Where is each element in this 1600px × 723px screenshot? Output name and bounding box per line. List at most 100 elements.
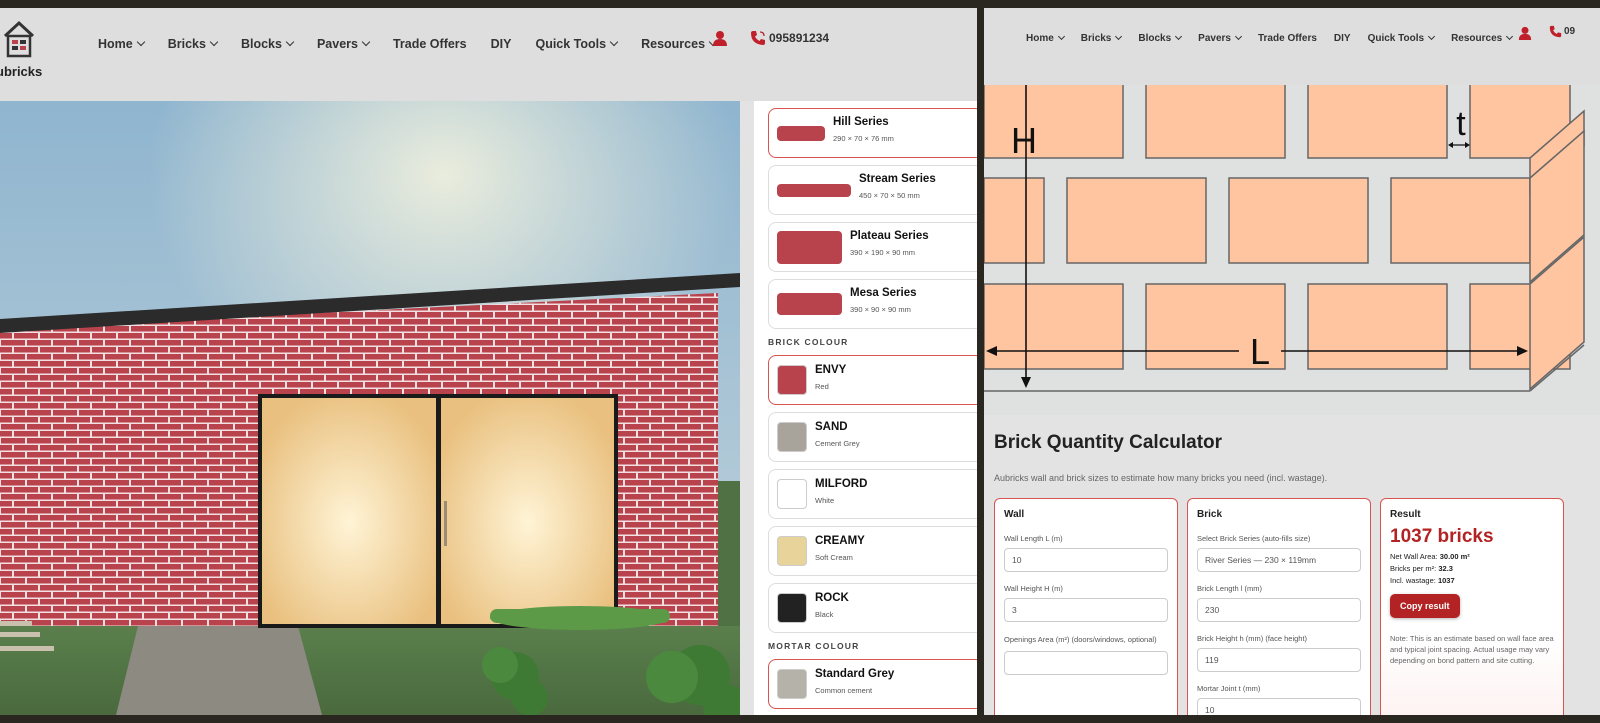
wastage-line: Incl. wastage: 1037 bbox=[1390, 576, 1455, 585]
calculator-title: Brick Quantity Calculator bbox=[994, 432, 1223, 453]
brick-series-select[interactable]: River Series — 230 × 119mm bbox=[1197, 548, 1361, 572]
colour-card-sand[interactable]: SAND Cement Grey bbox=[768, 412, 977, 462]
colour-name: ENVY bbox=[815, 363, 847, 376]
nav-pavers[interactable]: Pavers bbox=[317, 37, 371, 51]
colour-sub: Cement Grey bbox=[815, 438, 860, 448]
wall-length-label: Wall Length L (m) bbox=[1004, 534, 1063, 543]
colour-name: ROCK bbox=[815, 591, 849, 604]
colour-card-rock[interactable]: ROCK Black bbox=[768, 583, 977, 633]
brick-colour-heading: BRICK COLOUR bbox=[768, 337, 849, 347]
mortar-name: Standard Grey bbox=[815, 667, 895, 680]
nav-home[interactable]: Home bbox=[98, 37, 145, 51]
estimate-note: Note: This is an estimate based on wall … bbox=[1390, 634, 1554, 665]
series-size: 390 × 190 × 90 mm bbox=[850, 247, 916, 257]
brick-visualiser-panel: ubricks Home Bricks Blocks Pavers Trade … bbox=[0, 8, 977, 715]
nav-quick-tools[interactable]: Quick Tools bbox=[535, 37, 619, 51]
nav-resources[interactable]: Resources bbox=[1451, 32, 1514, 44]
colour-swatch bbox=[777, 365, 807, 395]
result-heading: Result bbox=[1390, 509, 1421, 520]
colour-name: MILFORD bbox=[815, 477, 868, 490]
user-icon[interactable] bbox=[712, 30, 728, 46]
series-swatch bbox=[777, 183, 851, 197]
nav-diy[interactable]: DIY bbox=[1334, 33, 1351, 44]
chevron-down-icon bbox=[1057, 32, 1065, 41]
series-card-stream[interactable]: Stream Series 450 × 70 × 50 mm bbox=[768, 165, 977, 215]
mortar-joint-label: Mortar Joint t (mm) bbox=[1197, 684, 1261, 693]
colour-card-envy[interactable]: ENVY Red bbox=[768, 355, 977, 405]
house-scene-image bbox=[0, 101, 740, 715]
colour-sub: Soft Cream bbox=[815, 552, 853, 562]
nav-blocks[interactable]: Blocks bbox=[1138, 32, 1183, 44]
colour-swatch bbox=[777, 536, 807, 566]
nav-bricks[interactable]: Bricks bbox=[1081, 32, 1123, 44]
series-card-hill[interactable]: Hill Series 290 × 70 × 76 mm bbox=[768, 108, 977, 158]
joint-label: t bbox=[1456, 105, 1466, 143]
chevron-down-icon bbox=[136, 37, 145, 47]
mortar-colour-list: Standard Grey Common cement bbox=[768, 659, 977, 709]
colour-card-milford[interactable]: MILFORD White bbox=[768, 469, 977, 519]
brick-height-label: Brick Height h (mm) (face height) bbox=[1197, 634, 1308, 643]
colour-name: SAND bbox=[815, 420, 848, 433]
mortar-colour-heading: MORTAR COLOUR bbox=[768, 641, 860, 651]
openings-area-label: Openings Area (m²) (doors/windows, optio… bbox=[1004, 635, 1157, 644]
colour-swatch bbox=[777, 422, 807, 452]
phone-number: 095891234 bbox=[769, 31, 830, 45]
phone-contact[interactable]: 095891234 bbox=[750, 30, 829, 46]
chevron-down-icon bbox=[1175, 32, 1183, 41]
brick-colour-list: ENVY Red SAND Cement Grey MILFORD White CRE… bbox=[768, 355, 977, 633]
chevron-down-icon bbox=[609, 37, 619, 47]
height-label: H bbox=[1011, 120, 1037, 161]
series-card-plateau[interactable]: Plateau Series 390 × 190 × 90 mm bbox=[768, 222, 977, 272]
nav-blocks[interactable]: Blocks bbox=[241, 37, 295, 51]
series-card-mesa[interactable]: Mesa Series 390 × 90 × 90 mm bbox=[768, 279, 977, 329]
wall-inputs-card: Wall Wall Length L (m) 10 Wall Height H … bbox=[994, 498, 1178, 715]
house-logo-icon bbox=[3, 20, 35, 58]
chevron-down-icon bbox=[1506, 32, 1514, 41]
nav-trade-offers[interactable]: Trade Offers bbox=[393, 37, 467, 51]
brick-length-input[interactable]: 230 bbox=[1197, 598, 1361, 622]
chevron-down-icon bbox=[361, 37, 371, 47]
wall-heading: Wall bbox=[1004, 509, 1025, 520]
mortar-joint-input[interactable]: 10 bbox=[1197, 698, 1361, 715]
brick-height-input[interactable]: 119 bbox=[1197, 648, 1361, 672]
series-swatch bbox=[777, 230, 842, 264]
nav-home[interactable]: Home bbox=[1026, 32, 1065, 44]
logo-text: ubricks bbox=[0, 64, 43, 79]
brick-calculator-panel: Home Bricks Blocks Pavers Trade Offers D… bbox=[984, 8, 1600, 715]
result-card: Result 1037 bricks Net Wall Area: 30.00 … bbox=[1380, 498, 1564, 715]
length-label: L bbox=[1250, 331, 1270, 372]
series-swatch bbox=[777, 125, 825, 141]
series-size: 290 × 70 × 76 mm bbox=[833, 133, 894, 143]
series-name: Plateau Series bbox=[850, 229, 929, 242]
chevron-down-icon bbox=[209, 37, 219, 47]
user-icon[interactable] bbox=[1518, 26, 1532, 40]
brick-count: 1037 bricks bbox=[1390, 526, 1494, 547]
mortar-card-standard-grey[interactable]: Standard Grey Common cement bbox=[768, 659, 977, 709]
wall-height-input[interactable]: 3 bbox=[1004, 598, 1168, 622]
nav-bricks[interactable]: Bricks bbox=[168, 37, 219, 51]
copy-result-button[interactable]: Copy result bbox=[1390, 594, 1460, 618]
colour-sub: White bbox=[815, 495, 835, 505]
brick-inputs-card: Brick Select Brick Series (auto-fills si… bbox=[1187, 498, 1371, 715]
colour-card-creamy[interactable]: CREAMY Soft Cream bbox=[768, 526, 977, 576]
wall-length-input[interactable]: 10 bbox=[1004, 548, 1168, 572]
series-list: Hill Series 290 × 70 × 76 mm Stream Serie… bbox=[768, 108, 977, 329]
chevron-down-icon bbox=[1428, 32, 1436, 41]
wall-diagram-image: H L t bbox=[984, 79, 1600, 415]
phone-number: 09 bbox=[1564, 26, 1576, 37]
brick-heading: Brick bbox=[1197, 509, 1223, 520]
colour-swatch bbox=[777, 593, 807, 623]
nav-diy[interactable]: DIY bbox=[491, 37, 512, 51]
phone-contact[interactable]: 09 bbox=[1549, 25, 1575, 38]
options-panel: Hill Series 290 × 70 × 76 mm Stream Serie… bbox=[754, 101, 977, 715]
nav-pavers[interactable]: Pavers bbox=[1198, 32, 1243, 44]
chevron-down-icon bbox=[1115, 32, 1123, 41]
openings-area-input[interactable] bbox=[1004, 651, 1168, 675]
nav-trade-offers[interactable]: Trade Offers bbox=[1258, 33, 1317, 44]
house-visualisation bbox=[0, 101, 740, 715]
main-menu: Home Bricks Blocks Pavers Trade Offers D… bbox=[98, 37, 740, 51]
nav-resources[interactable]: Resources bbox=[641, 37, 718, 51]
calculator-description: Aubricks wall and brick sizes to estimat… bbox=[994, 473, 1328, 483]
nav-quick-tools[interactable]: Quick Tools bbox=[1368, 32, 1436, 44]
series-size: 390 × 90 × 90 mm bbox=[850, 304, 911, 314]
